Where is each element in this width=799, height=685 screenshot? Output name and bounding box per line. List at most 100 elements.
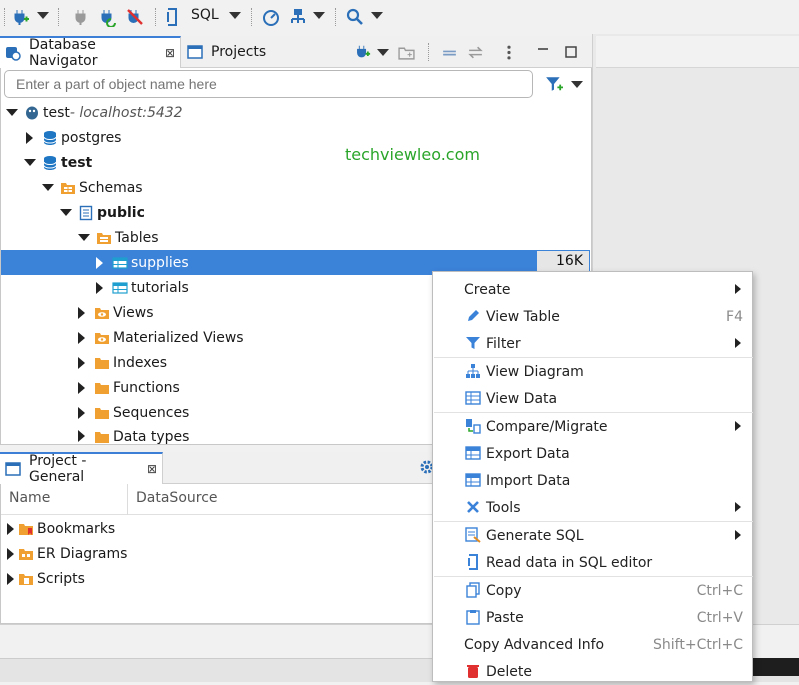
menu-accelerator: Ctrl+V [696,609,743,626]
transaction-mode-icon[interactable] [288,7,308,27]
new-connection-dropdown[interactable] [37,12,49,19]
expand-arrow[interactable] [7,547,14,560]
link-with-editor-icon[interactable] [467,44,484,61]
menu-item-view-data[interactable]: View Data [433,385,752,412]
tree-node-tables[interactable]: Tables [1,225,590,250]
minimize-icon[interactable] [535,44,551,60]
menu-label: Compare/Migrate [486,418,608,435]
expand-arrow[interactable] [24,159,36,166]
filter-config-icon[interactable] [545,75,563,93]
menu-item-create[interactable]: Create [433,276,752,303]
postgres-connection-icon [26,106,38,119]
disconnect-icon[interactable] [125,7,145,27]
view-menu-icon[interactable] [503,44,515,61]
watermark-text: techviewleo.com [345,145,480,164]
delete-trash-icon [467,665,479,678]
menu-item-copy[interactable]: Copy Ctrl+C [433,577,752,604]
expand-arrow[interactable] [78,430,85,442]
tab-database-navigator-label: Database Navigator [29,37,98,69]
tab-projects-label: Projects [211,44,267,60]
connect-plug-icon[interactable] [71,7,91,27]
maximize-icon[interactable] [563,44,579,60]
expand-arrow[interactable] [78,331,85,344]
new-connection-icon[interactable] [10,7,30,27]
expand-arrow[interactable] [96,256,103,269]
expand-arrow[interactable] [6,109,18,116]
folder-icon [95,407,109,419]
expand-arrow[interactable] [78,306,85,319]
expand-arrow[interactable] [7,572,14,585]
menu-item-export-data[interactable]: Export Data [433,440,752,467]
toolbar-separator [155,8,156,26]
project-icon [5,462,21,476]
search-dropdown[interactable] [371,12,383,19]
transaction-dropdown[interactable] [313,12,325,19]
new-folder-icon[interactable] [398,44,415,61]
menu-item-copy-advanced-info[interactable]: Copy Advanced Info Shift+Ctrl+C [433,631,752,658]
expand-arrow[interactable] [60,209,72,216]
menu-item-generate-sql[interactable]: Generate SQL [433,522,752,549]
collapse-all-icon[interactable] [441,44,458,61]
menu-item-delete[interactable]: Delete [433,658,752,685]
context-menu: Create View Table F4 Filter View Diagram… [432,271,753,682]
sql-button-label[interactable]: SQL [191,7,219,23]
sql-dropdown[interactable] [229,12,241,19]
column-header-datasource[interactable]: DataSource [136,490,218,506]
tab-database-navigator[interactable]: Database Navigator ⊠ [0,36,181,69]
menu-item-paste[interactable]: Paste Ctrl+V [433,604,752,631]
expand-arrow[interactable] [42,184,54,191]
filter-dropdown[interactable] [571,81,583,88]
tab-projects[interactable]: Projects [182,36,302,68]
menu-item-tools[interactable]: Tools [433,494,752,521]
menu-label: Export Data [486,445,570,462]
tree-node-connection[interactable]: test - localhost:5432 [1,100,590,125]
menu-item-compare-migrate[interactable]: Compare/Migrate [433,413,752,440]
paste-clipboard-icon [466,610,480,625]
folder-icon [95,432,109,443]
expand-arrow[interactable] [78,381,85,394]
toolbar-separator [428,43,429,61]
bookmarks-label: Bookmarks [37,520,116,537]
menu-item-import-data[interactable]: Import Data [433,467,752,494]
expand-arrow[interactable] [78,406,85,419]
table-icon [112,281,128,294]
tab-project-general[interactable]: Project - General ⊠ [0,452,163,485]
close-icon[interactable]: ⊠ [165,46,175,60]
expand-arrow[interactable] [78,356,85,369]
menu-item-read-data-sql-editor[interactable]: Read data in SQL editor [433,549,752,576]
sql-editor-icon[interactable] [163,7,183,27]
export-table-icon [465,446,481,460]
column-divider[interactable] [127,484,128,515]
materialized-views-folder-icon [95,332,109,344]
dashboard-gauge-icon[interactable] [261,7,281,27]
expand-arrow[interactable] [78,234,90,241]
navigator-tab-bar: Database Navigator ⊠ Projects [0,36,592,69]
tree-node-schemas[interactable]: Schemas [1,175,590,200]
column-header-name[interactable]: Name [9,490,50,506]
tree-node-db-test[interactable]: test [1,150,590,175]
menu-label: Paste [486,609,524,626]
tree-node-db-postgres[interactable]: postgres [1,125,590,150]
new-connection-dropdown[interactable] [377,49,389,56]
pencil-icon [468,310,479,321]
terminal-preview [752,658,799,676]
expand-arrow[interactable] [7,522,14,535]
object-name-search-input[interactable] [4,70,533,98]
schemas-folder-icon [61,182,75,194]
tree-node-schema-public[interactable]: public [1,200,590,225]
menu-item-filter[interactable]: Filter [433,330,752,357]
search-icon[interactable] [345,7,365,27]
menu-label: Delete [486,663,532,680]
menu-label: Create [464,281,511,298]
menu-label: View Diagram [486,363,584,380]
menu-label: View Data [486,390,558,407]
close-icon[interactable]: ⊠ [147,462,157,476]
new-connection-icon[interactable] [353,43,371,61]
expand-arrow[interactable] [96,281,103,294]
expand-arrow[interactable] [26,131,33,144]
menu-accelerator: Ctrl+C [696,582,743,599]
reconnect-icon[interactable] [98,7,118,27]
menu-item-view-diagram[interactable]: View Diagram [433,358,752,385]
menu-label: Copy Advanced Info [464,636,605,653]
menu-item-view-table[interactable]: View Table F4 [433,303,752,330]
